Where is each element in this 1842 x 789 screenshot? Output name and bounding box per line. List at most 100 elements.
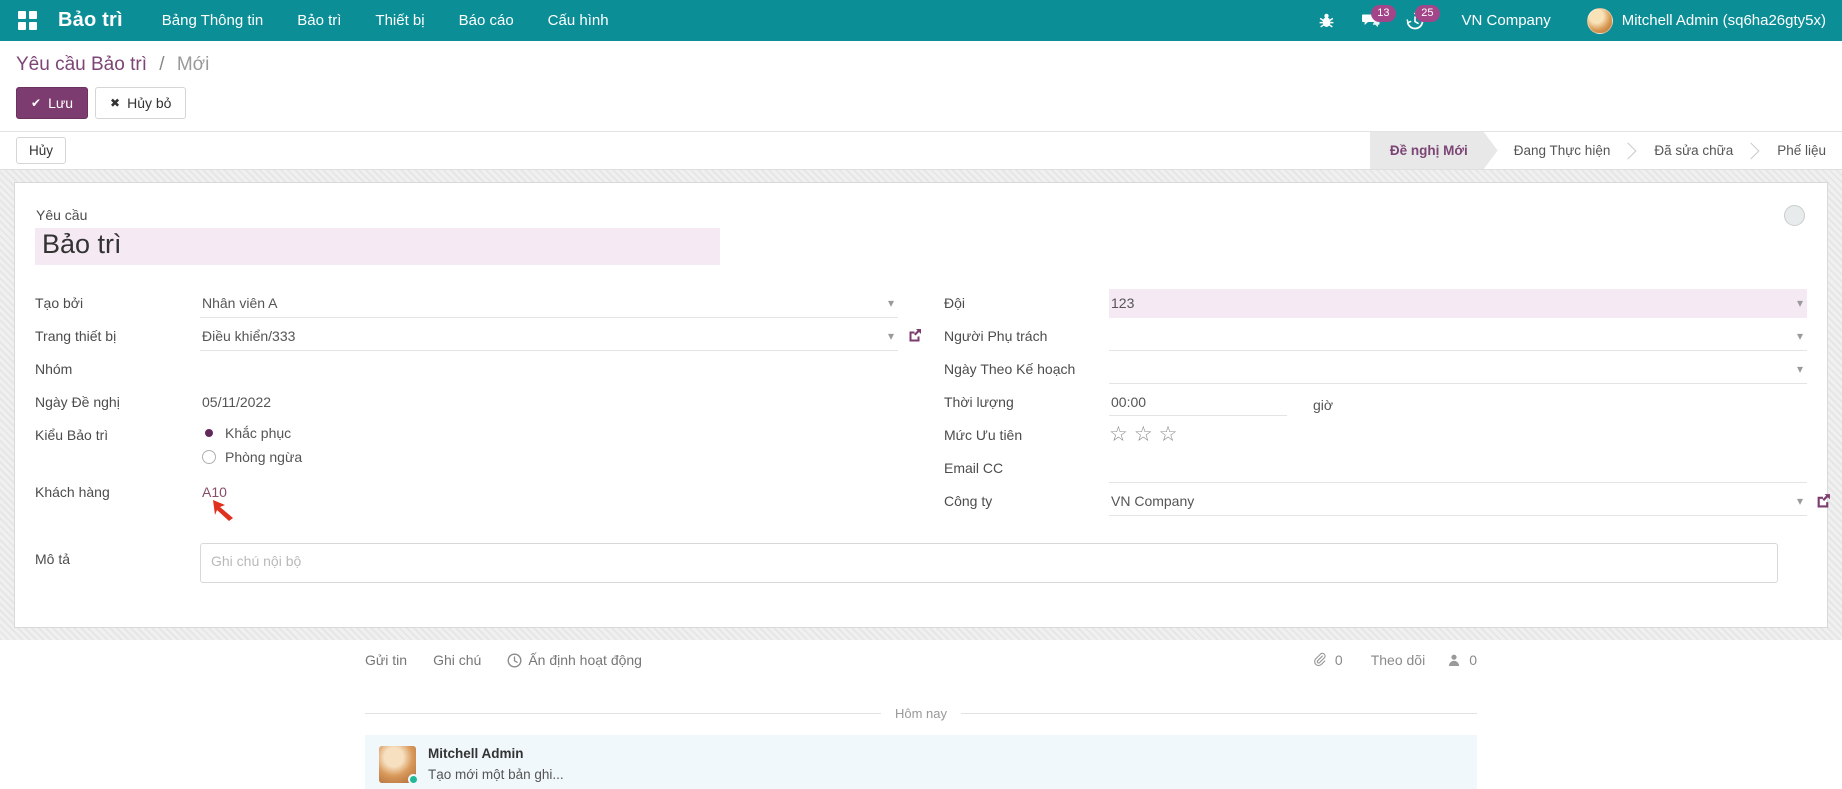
field-row-priority: Mức Ưu tiên ☆ ☆ ☆: [944, 421, 1807, 454]
stage-new-request[interactable]: Đề nghị Mới: [1370, 132, 1498, 169]
maintenance-type-field: Khắc phục Phòng ngừa: [200, 421, 898, 478]
customer-value-link[interactable]: A10: [202, 484, 227, 500]
control-panel: Yêu cầu Bảo trì / Mới ✔ Lưu ✖ Hủy bỏ: [0, 41, 1842, 131]
messages-icon[interactable]: 13: [1351, 4, 1390, 37]
company-field-label: Công ty: [944, 487, 1109, 509]
breadcrumb-current: Mới: [177, 54, 210, 75]
field-row-request-date: Ngày Đề nghị 05/11/2022: [35, 388, 898, 421]
description-label: Mô tả: [35, 543, 200, 583]
followers-count[interactable]: 0: [1469, 652, 1477, 668]
attachment-count[interactable]: 0: [1335, 652, 1343, 668]
top-navbar: Bảo trì Bảng Thông tin Bảo trì Thiết bị …: [0, 0, 1842, 41]
duration-label: Thời lượng: [944, 388, 1109, 410]
field-row-equipment: Trang thiết bị Điều khiển/333 ▾: [35, 322, 898, 355]
created-by-value: Nhân viên A: [202, 295, 278, 311]
responsible-field[interactable]: ▾: [1109, 322, 1807, 351]
menu-reporting[interactable]: Báo cáo: [446, 2, 527, 39]
user-avatar: [1587, 8, 1613, 34]
message-author[interactable]: Mitchell Admin: [428, 746, 564, 761]
customer-label: Khách hàng: [35, 478, 200, 500]
menu-configuration[interactable]: Cấu hình: [535, 2, 622, 39]
title-field-label: Yêu cầu: [36, 207, 87, 223]
send-message-button[interactable]: Gửi tin: [365, 652, 407, 668]
chatter-toolbar: Gửi tin Ghi chú Ấn định hoạt động 0 Theo…: [365, 652, 1477, 668]
date-divider-label: Hôm nay: [895, 706, 947, 721]
priority-field: ☆ ☆ ☆: [1109, 421, 1177, 445]
company-field[interactable]: VN Company ▾: [1109, 487, 1807, 516]
category-label: Nhóm: [35, 355, 200, 377]
customer-field[interactable]: A10: [200, 478, 898, 507]
request-title-input[interactable]: [35, 228, 720, 265]
menu-dashboard[interactable]: Bảng Thông tin: [149, 2, 276, 39]
messages-badge: 13: [1371, 5, 1395, 22]
priority-star-icon[interactable]: ☆: [1109, 424, 1128, 445]
external-link-icon[interactable]: [1816, 493, 1831, 508]
duration-uom: giờ: [1313, 391, 1333, 413]
external-link-icon[interactable]: [908, 328, 922, 342]
stage-scrap[interactable]: Phế liệu: [1761, 132, 1842, 169]
field-row-category: Nhóm: [35, 355, 898, 388]
category-field[interactable]: [200, 355, 898, 384]
menu-equipment[interactable]: Thiết bị: [362, 2, 437, 39]
form-view-background: Yêu cầu Tạo bởi Nhân viên A ▾ Trang thiế…: [0, 170, 1842, 640]
radio-preventive[interactable]: Phòng ngừa: [202, 449, 896, 465]
menu-maintenance[interactable]: Bảo trì: [284, 2, 354, 39]
duration-field-wrap: giờ: [1109, 388, 1333, 416]
priority-star-icon[interactable]: ☆: [1134, 424, 1153, 445]
stage-repaired[interactable]: Đã sửa chữa: [1638, 132, 1749, 169]
chevron-down-icon[interactable]: ▾: [1797, 296, 1803, 310]
paperclip-icon[interactable]: [1312, 652, 1327, 668]
kanban-state-circle[interactable]: [1784, 205, 1805, 226]
team-field[interactable]: 123 ▾: [1109, 289, 1807, 318]
chevron-down-icon[interactable]: ▾: [888, 296, 894, 310]
equipment-value: Điều khiển/333: [202, 328, 295, 344]
discard-button[interactable]: ✖ Hủy bỏ: [95, 87, 186, 119]
priority-label: Mức Ưu tiên: [944, 421, 1109, 443]
follow-button[interactable]: Theo dõi: [1371, 652, 1425, 668]
clock-icon: [507, 653, 522, 668]
field-row-maintenance-type: Kiểu Bảo trì Khắc phục Phòng ngừa: [35, 421, 898, 478]
apps-menu-icon[interactable]: [10, 4, 44, 38]
bug-icon: [1318, 12, 1335, 29]
stage-in-progress[interactable]: Đang Thực hiện: [1498, 132, 1627, 169]
chevron-down-icon[interactable]: ▾: [1797, 362, 1803, 376]
user-menu[interactable]: Mitchell Admin (sq6ha26gty5x): [1573, 8, 1826, 34]
user-name: Mitchell Admin (sq6ha26gty5x): [1622, 12, 1826, 29]
chevron-down-icon[interactable]: ▾: [1797, 494, 1803, 508]
message-avatar: [379, 746, 416, 783]
chevron-down-icon[interactable]: ▾: [888, 329, 894, 343]
field-row-team: Đội 123 ▾: [944, 289, 1807, 322]
priority-star-icon[interactable]: ☆: [1159, 424, 1178, 445]
radio-corrective[interactable]: Khắc phục: [202, 425, 896, 441]
check-icon: ✔: [31, 96, 41, 110]
email-cc-field[interactable]: [1109, 454, 1807, 483]
activities-icon[interactable]: 25: [1396, 4, 1434, 38]
radio-corrective-label: Khắc phục: [225, 425, 291, 441]
cancel-button[interactable]: Hủy: [16, 137, 66, 164]
stage-pipeline: Đề nghị Mới Đang Thực hiện Đã sửa chữa P…: [1370, 132, 1842, 169]
request-date-field[interactable]: 05/11/2022: [200, 388, 898, 417]
radio-unselected-icon[interactable]: [202, 450, 216, 464]
app-title[interactable]: Bảo trì: [58, 9, 123, 32]
equipment-field[interactable]: Điều khiển/333 ▾: [200, 322, 898, 351]
company-switcher[interactable]: VN Company: [1440, 12, 1567, 29]
chatter: Gửi tin Ghi chú Ấn định hoạt động 0 Theo…: [0, 640, 1842, 789]
save-button[interactable]: ✔ Lưu: [16, 87, 88, 119]
field-row-duration: Thời lượng giờ: [944, 388, 1807, 421]
duration-input[interactable]: [1109, 388, 1287, 416]
debug-bug-icon[interactable]: [1308, 4, 1345, 37]
breadcrumb-parent[interactable]: Yêu cầu Bảo trì: [16, 54, 147, 75]
scheduled-date-field[interactable]: ▾: [1109, 355, 1807, 384]
radio-selected-icon[interactable]: [202, 426, 216, 440]
created-by-field[interactable]: Nhân viên A ▾: [200, 289, 898, 318]
message-body: Tạo mới một bản ghi...: [428, 767, 564, 782]
team-value: 123: [1111, 295, 1134, 311]
created-by-label: Tạo bởi: [35, 289, 200, 311]
field-row-company: Công ty VN Company ▾: [944, 487, 1807, 520]
user-icon: [1447, 653, 1461, 667]
chevron-down-icon[interactable]: ▾: [1797, 329, 1803, 343]
description-textarea[interactable]: [200, 543, 1778, 583]
log-note-button[interactable]: Ghi chú: [433, 652, 481, 668]
save-button-label: Lưu: [48, 95, 73, 111]
schedule-activity-button[interactable]: Ấn định hoạt động: [507, 652, 642, 668]
